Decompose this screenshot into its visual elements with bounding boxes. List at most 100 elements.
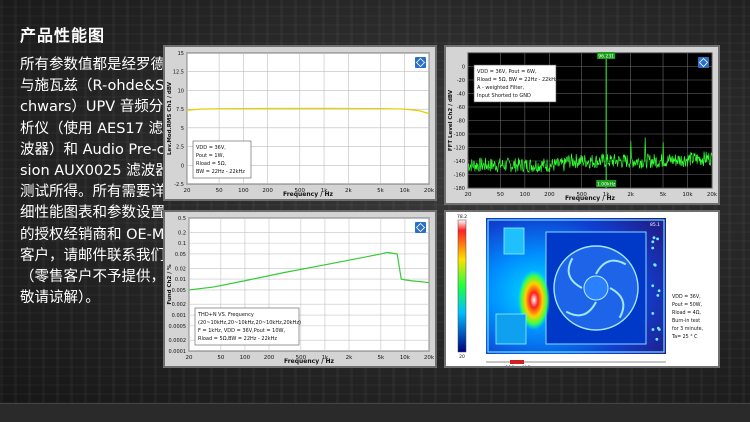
x-tick-label: 2k: [345, 188, 352, 194]
legend-entry: (20~10kHz,20~10kHz,20~10kHz,20kHz): [198, 320, 301, 326]
solder-point: [651, 284, 655, 288]
legend-entry: VDD = 36V,: [196, 145, 226, 151]
component-block: [503, 227, 525, 255]
temperature-scale-bar: [457, 219, 467, 353]
x-tick-label: 5k: [377, 355, 384, 361]
x-tick-label: 20k: [424, 188, 435, 194]
legend-entry: Input Shorted to GND: [477, 93, 531, 99]
y-tick-label: 10: [178, 88, 184, 94]
y-tick-label: 0.01: [175, 277, 186, 283]
x-tick-label: 50: [217, 355, 224, 361]
slider-right-label: 44.5: [522, 365, 531, 366]
fan-hub: [583, 275, 609, 301]
legend-box: VDD = 36V, Pout = 1W, Rload = 5Ω, BW = 22Hz…: [192, 140, 252, 179]
y-tick-label: 0.5: [178, 216, 186, 222]
x-tick-label: 200: [544, 192, 555, 198]
solder-point: [656, 293, 660, 297]
marker-top-text: 96.231: [598, 54, 614, 60]
corner-temp-label: 85.1: [650, 222, 660, 228]
y-tick-label: -20: [457, 78, 465, 84]
legend-entry: VDD = 36V, Pout = 6W,: [477, 69, 537, 75]
thermal-info-line: Rload = 4Ω,: [672, 310, 701, 316]
description-text: 所有参数值都是经罗德与施瓦兹（R-ohde&Schwars）UPV 音频分析仪（…: [20, 57, 170, 307]
thd-n-frequency-chart: 20 50 100 200 500 1k 2k 5k 10k 20k 0.5 0.2 0.1 0.05 0.…: [163, 210, 437, 368]
solder-point: [657, 289, 661, 293]
legend-box: THD+N VS. Frequency (20~10kHz,20~10kHz,20…: [194, 307, 301, 346]
y-tick-label: 0.005: [172, 288, 186, 294]
x-tick-label: 50: [497, 192, 504, 198]
y-tick-label: -140: [454, 159, 465, 165]
page-title: 产品性能图: [20, 26, 106, 45]
y-tick-label: 12.5: [173, 70, 184, 76]
legend-box: VDD = 36V, Pout = 6W, Rload = 5Ω, BW = 22…: [473, 64, 560, 103]
y-tick-label: -120: [454, 146, 465, 152]
x-tick-label: 200: [262, 188, 273, 194]
solder-point: [653, 263, 657, 267]
solder-point: [651, 246, 655, 250]
y-axis-label: Lev.Mod.RMS Ch1 / dBV: [167, 81, 173, 155]
solder-point: [655, 337, 659, 341]
y-tick-label: 0.001: [172, 313, 186, 319]
x-tick-label: 100: [238, 188, 249, 194]
thermal-svg: 78.2 20 85.1 VDD = 36V, Pout = 50W, Rload = 4…: [457, 214, 704, 366]
slider-left-label: 36.1: [506, 365, 515, 366]
x-tick-label: 100: [520, 192, 531, 198]
rs-logo: [415, 222, 426, 233]
x-tick-label: 100: [240, 355, 251, 361]
legend-entry: THD+N VS. Frequency: [197, 312, 254, 318]
fft-noise-floor-chart: 20 50 100 200 500 1k 2k 5k 10k 20k 0 -20 -40 -60 -80 -1…: [444, 45, 720, 205]
x-axis-label: Frequency / Hz: [565, 195, 616, 202]
y-tick-label: -160: [454, 173, 465, 179]
x-tick-label: 20: [184, 188, 191, 194]
thermal-info-line: Pout = 50W,: [672, 302, 702, 308]
y-tick-label: 0.002: [172, 302, 186, 308]
solder-point: [651, 240, 655, 244]
y-tick-label: 0: [181, 163, 184, 169]
y-tick-label: -60: [457, 105, 465, 111]
legend-entry: Pout = 1W,: [196, 153, 225, 159]
chart-svg: 20 50 100 200 500 1k 2k 5k 10k 20k0.50.20.10.050.…: [165, 212, 435, 366]
scale-top-label: 78.2: [457, 214, 467, 220]
chart-svg: 20 50 100 200 500 1k 2k 5k 10k 20k1512.5107.552.5…: [165, 47, 435, 199]
y-axis-label: Fund Ch2 / %: [167, 264, 173, 305]
solder-point: [657, 328, 661, 331]
solder-point: [656, 237, 659, 241]
marker-top-label: 96.231: [597, 52, 616, 60]
product-performance-slide: 产品性能图 所有参数值都是经罗德与施瓦兹（R-ohde&Schwars）UPV …: [0, 0, 750, 422]
y-tick-label: 0.02: [175, 266, 186, 272]
rs-logo: [698, 57, 709, 68]
x-tick-label: 10k: [682, 192, 693, 198]
slider-range: [510, 360, 524, 364]
y-tick-label: 0.0002: [169, 338, 187, 344]
thermal-info-line: VDD = 36V,: [672, 294, 701, 300]
y-tick-label: -80: [457, 119, 465, 125]
thermal-info-line: for 3 minute,: [672, 326, 704, 332]
x-tick-label: 10k: [400, 355, 411, 361]
y-tick-label: 0.2: [178, 230, 186, 236]
thermal-info-line: Ta= 25 ° C: [671, 334, 698, 340]
legend-entry: BW = 22Hz - 22kHz: [196, 169, 245, 175]
solder-point: [652, 236, 656, 240]
y-tick-label: 15: [178, 51, 184, 57]
y-tick-label: 2.5: [176, 145, 184, 151]
frequency-response-chart: 20 50 100 200 500 1k 2k 5k 10k 20k 15 12.5 10 7.5 5 2.5…: [163, 45, 437, 201]
x-tick-label: 20k: [424, 355, 435, 361]
x-tick-label: 20k: [707, 192, 718, 198]
solder-point: [651, 312, 655, 315]
y-tick-label: 7.5: [176, 107, 184, 113]
scale-bottom-label: 20: [459, 354, 465, 360]
y-tick-label: 0.05: [175, 252, 186, 258]
x-tick-label: 5k: [660, 192, 667, 198]
legend-entry: A - weighted Filter,: [477, 85, 524, 91]
x-tick-label: 50: [216, 188, 223, 194]
bottom-strip: [0, 403, 750, 422]
x-tick-label: 20: [465, 192, 472, 198]
legend-entry: Rload = 5Ω,: [196, 161, 227, 167]
x-tick-label: 2k: [627, 192, 634, 198]
x-axis-label: Frequency / Hz: [283, 191, 334, 198]
x-tick-label: 2k: [346, 355, 353, 361]
thermal-image-panel: 78.2 20 85.1 VDD = 36V, Pout = 50W, Rload = 4…: [444, 210, 720, 368]
rs-logo: [415, 57, 426, 68]
x-axis-label: Frequency / Hz: [284, 358, 335, 365]
y-axis-label: FFT Level Ch2 / dBV: [448, 89, 454, 151]
